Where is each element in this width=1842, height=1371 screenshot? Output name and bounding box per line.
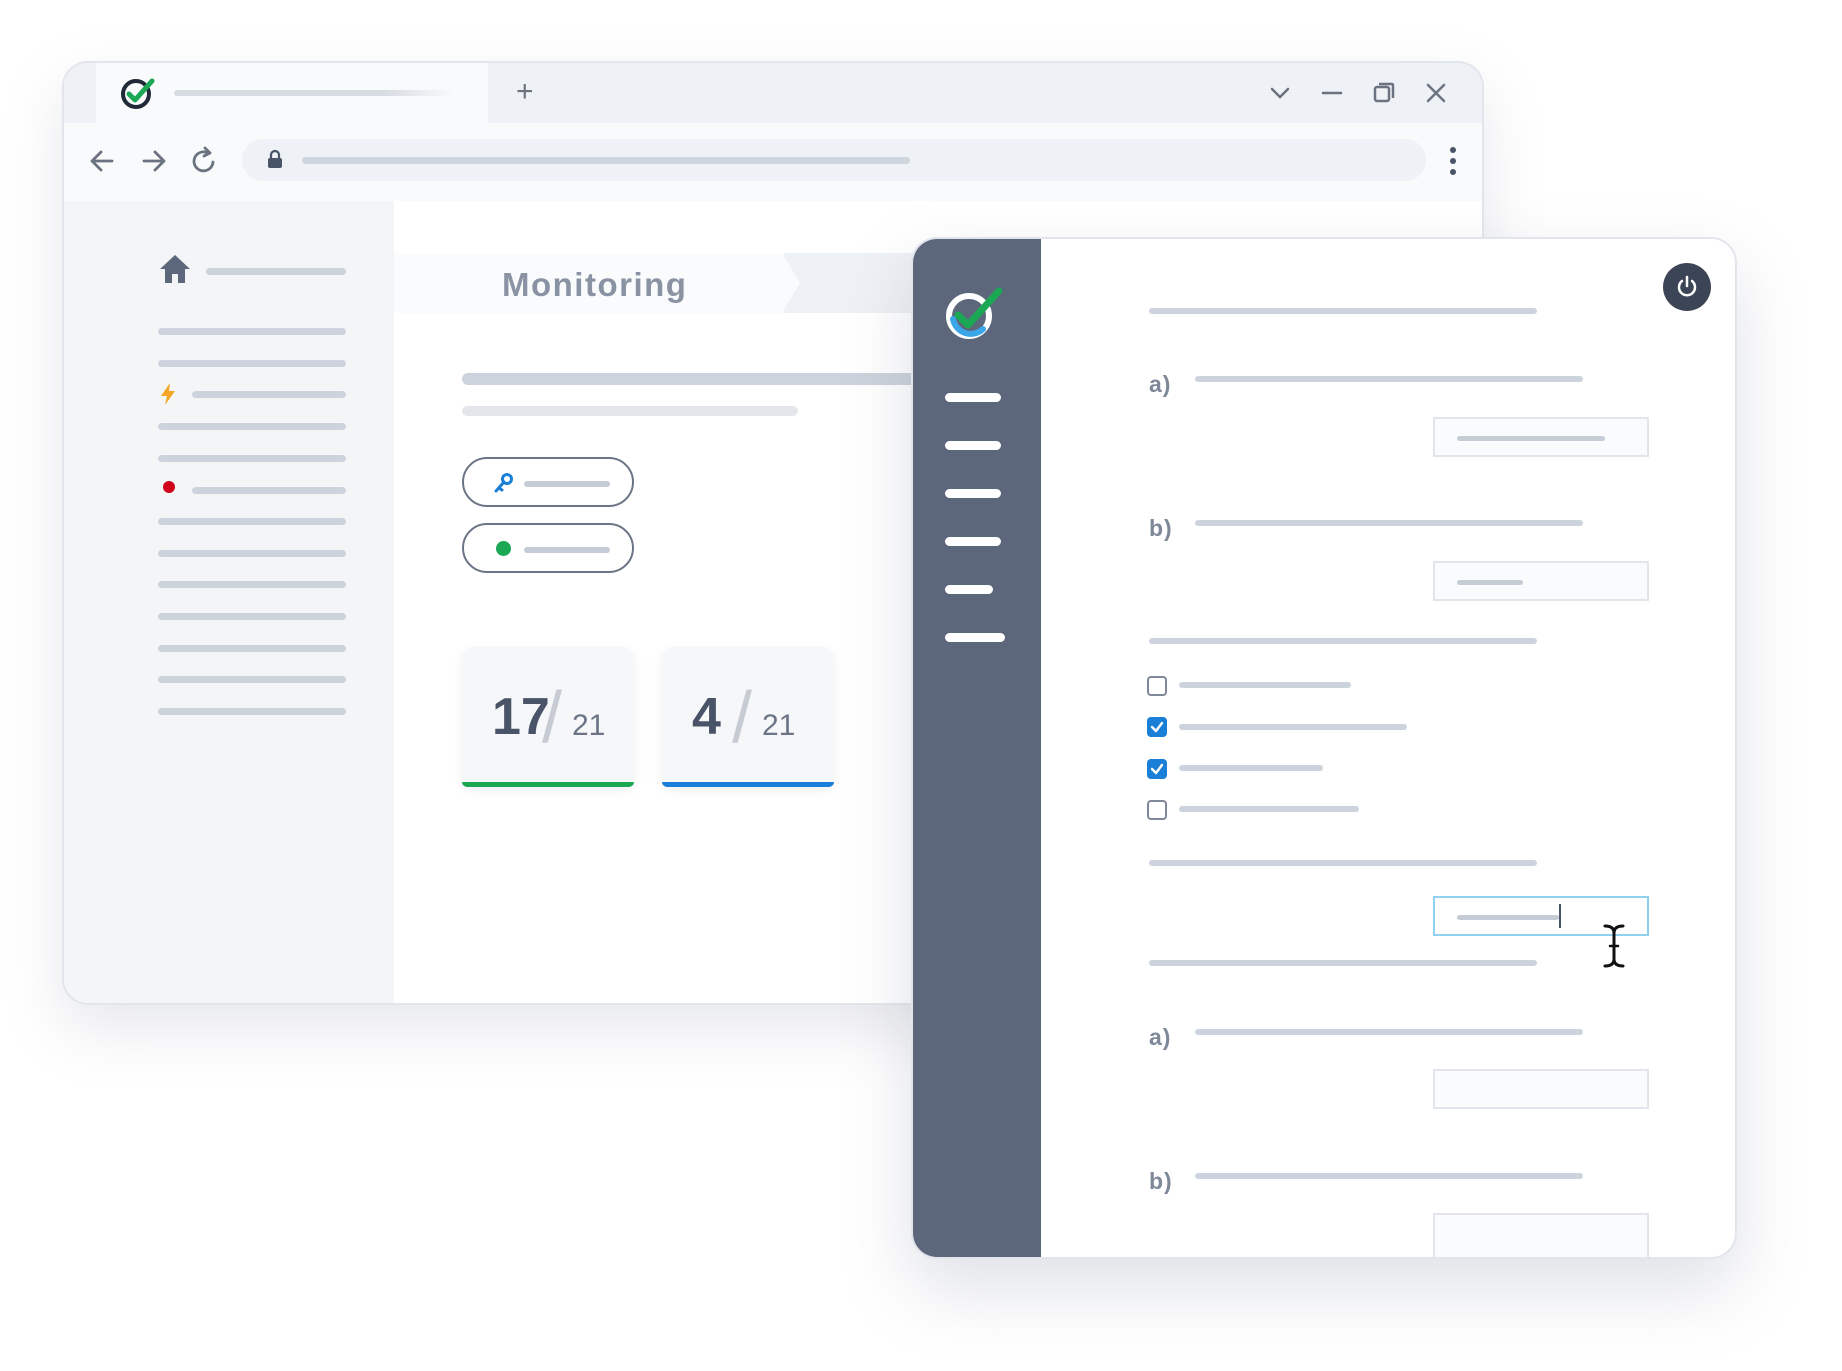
section-title-placeholder (1149, 860, 1537, 866)
checkbox-checked[interactable] (1147, 717, 1167, 737)
browser-tab[interactable] (96, 63, 488, 123)
checkbox-label-placeholder (1179, 765, 1323, 771)
form-nav-item[interactable] (945, 633, 1005, 642)
stat-total: 21 (762, 709, 796, 742)
app-logo-icon (121, 78, 155, 109)
heading-placeholder (462, 373, 982, 385)
answer-input-a-empty[interactable] (1433, 1069, 1649, 1109)
sidebar-item[interactable] (158, 423, 346, 430)
form-nav-item[interactable] (945, 585, 993, 594)
key-icon (494, 473, 513, 493)
sidebar-item[interactable] (158, 613, 346, 620)
back-arrow-icon[interactable] (86, 145, 118, 177)
stat-card-blue[interactable]: 4 / 21 (662, 647, 834, 787)
stat-card-green[interactable]: 17 / 21 (462, 647, 634, 787)
power-icon (1677, 275, 1697, 297)
section-title-placeholder (1149, 308, 1537, 314)
pill-label-placeholder (524, 481, 610, 487)
form-nav-item[interactable] (945, 441, 1001, 450)
sidebar-item[interactable] (192, 391, 346, 398)
text-caret (1559, 904, 1561, 928)
text-cursor-icon (1603, 924, 1625, 968)
subheading-placeholder (462, 406, 798, 416)
input-value-placeholder (1457, 915, 1559, 920)
form-nav-item[interactable] (945, 489, 1001, 498)
tab-chevron-shape (782, 253, 800, 313)
sidebar-item[interactable] (158, 360, 346, 367)
question-label-b: b) (1149, 515, 1173, 541)
more-options-icon[interactable] (1448, 145, 1458, 177)
sidebar-item-home[interactable] (206, 268, 346, 275)
address-bar[interactable] (242, 139, 1426, 181)
stat-accent-bar (662, 782, 834, 787)
bolt-icon (161, 383, 175, 405)
question-text-placeholder (1195, 1173, 1583, 1179)
checkbox-unchecked[interactable] (1147, 800, 1167, 820)
form-window: a) b) a) b) (911, 237, 1737, 1259)
minimize-icon[interactable] (1318, 79, 1346, 107)
sidebar-item[interactable] (158, 328, 346, 335)
sidebar-item[interactable] (158, 518, 346, 525)
form-sidebar (913, 239, 1041, 1257)
sidebar-item[interactable] (158, 645, 346, 652)
question-text-placeholder (1195, 1029, 1583, 1035)
tab-title-placeholder (174, 90, 454, 96)
stat-value: 4 (692, 688, 721, 746)
sidebar-item[interactable] (158, 676, 346, 683)
checkmark-icon (1150, 763, 1164, 775)
pill-label-placeholder (524, 547, 610, 553)
reload-icon[interactable] (188, 145, 220, 177)
url-placeholder (302, 157, 910, 164)
answer-input-b-empty[interactable] (1433, 1213, 1649, 1257)
alert-dot-icon (163, 481, 175, 493)
key-filter-pill[interactable] (462, 457, 634, 507)
checkbox-label-placeholder (1179, 682, 1351, 688)
sidebar-item[interactable] (158, 550, 346, 557)
sidebar (64, 201, 394, 1003)
browser-toolbar (64, 123, 1482, 201)
sidebar-item[interactable] (192, 487, 346, 494)
forward-arrow-icon[interactable] (138, 145, 170, 177)
question-text-placeholder (1195, 520, 1583, 526)
chevron-down-icon[interactable] (1266, 79, 1294, 107)
checkbox-label-placeholder (1179, 806, 1359, 812)
tab-monitoring[interactable]: Monitoring (394, 253, 800, 313)
stat-divider: / (732, 678, 753, 758)
status-filter-pill[interactable] (462, 523, 634, 573)
question-label-b: b) (1149, 1168, 1173, 1194)
question-label-a: a) (1149, 371, 1172, 397)
tab-bar: + (64, 63, 1482, 123)
form-nav-item[interactable] (945, 537, 1001, 546)
sidebar-item[interactable] (158, 581, 346, 588)
answer-input-a[interactable] (1433, 417, 1649, 457)
sidebar-item[interactable] (158, 708, 346, 715)
question-text-placeholder (1195, 376, 1583, 382)
question-label-a: a) (1149, 1024, 1172, 1050)
stat-divider: / (542, 678, 563, 758)
checkmark-icon (1150, 721, 1164, 733)
answer-input-b[interactable] (1433, 561, 1649, 601)
lock-icon (268, 149, 282, 168)
sidebar-item[interactable] (158, 455, 346, 462)
input-value-placeholder (1457, 580, 1523, 585)
section-title-placeholder (1149, 960, 1537, 966)
power-button[interactable] (1663, 263, 1711, 311)
input-value-placeholder (1457, 436, 1605, 441)
stat-total: 21 (572, 709, 606, 742)
section-title-placeholder (1149, 638, 1537, 644)
new-tab-button[interactable]: + (516, 73, 534, 111)
page-title: Monitoring (502, 266, 688, 303)
stat-accent-bar (462, 782, 634, 787)
checkbox-checked[interactable] (1147, 759, 1167, 779)
checkbox-unchecked[interactable] (1147, 676, 1167, 696)
checkbox-label-placeholder (1179, 724, 1407, 730)
restore-icon[interactable] (1370, 79, 1398, 107)
close-icon[interactable] (1422, 79, 1450, 107)
status-dot-icon (496, 541, 511, 556)
form-nav-item[interactable] (945, 393, 1001, 402)
home-icon[interactable] (158, 253, 192, 285)
app-logo-icon (946, 287, 1003, 339)
